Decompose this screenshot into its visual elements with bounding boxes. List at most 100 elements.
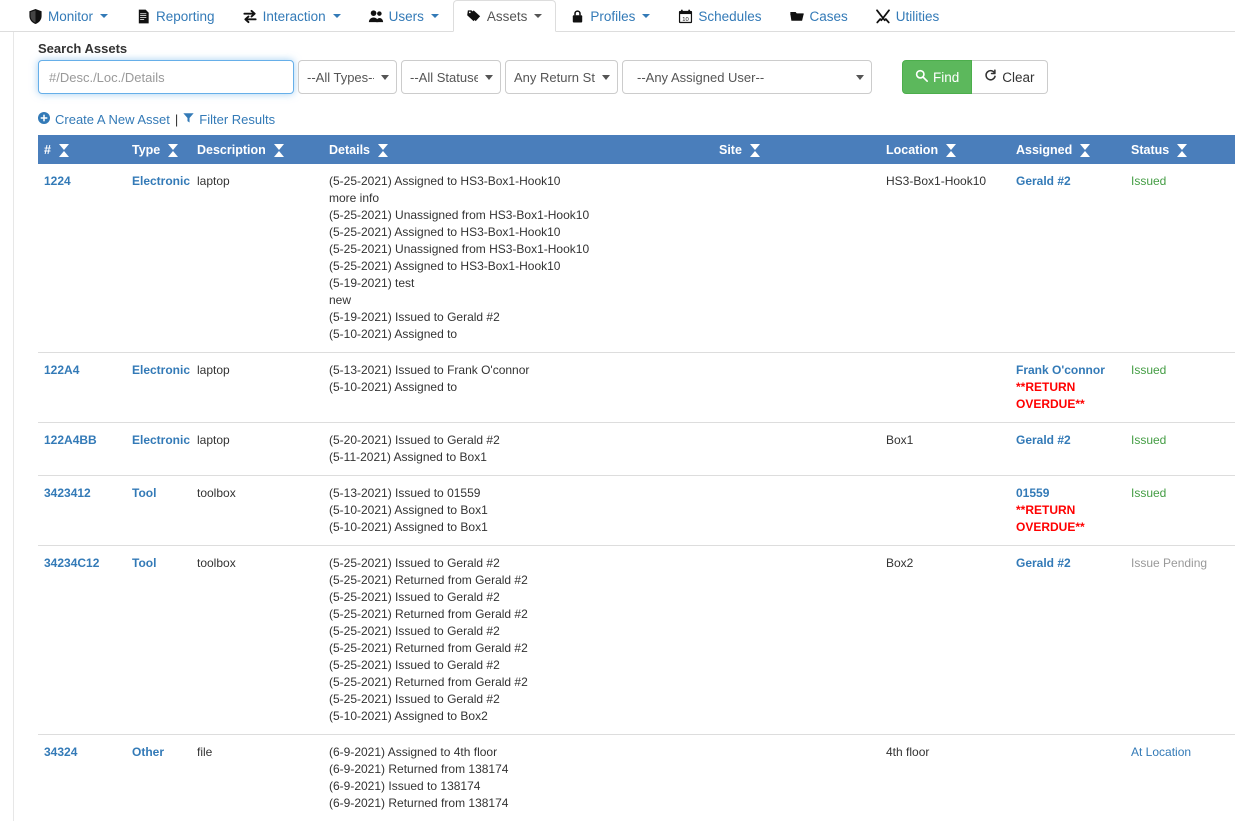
column-header-site[interactable]: Site [713,135,880,164]
nav-item-monitor[interactable]: Monitor [14,0,122,32]
detail-line: (5-10-2021) Assigned to Box1 [329,520,488,534]
svg-text:10: 10 [683,16,689,22]
assigned-user-filter-select[interactable]: --Any Assigned User-- [622,60,872,94]
nav-item-cases[interactable]: Cases [775,0,861,32]
sort-icon[interactable] [1080,143,1091,157]
asset-type-link[interactable]: Tool [132,486,156,500]
sort-icon[interactable] [273,143,284,157]
assigned-user-link[interactable]: Gerald #2 [1016,433,1071,447]
asset-assigned-cell: 01559 **RETURN OVERDUE** [1010,475,1125,546]
asset-type-link[interactable]: Electronic [132,433,190,447]
asset-type-link[interactable]: Tool [132,556,156,570]
asset-details-cell: (6-9-2021) Assigned to 4th floor (6-9-202… [323,734,713,821]
filter-results-link[interactable]: Filter Results [183,112,275,127]
folder-icon [788,8,805,24]
clear-button[interactable]: Clear [972,60,1048,94]
asset-site-cell [713,734,880,821]
sort-icon[interactable] [58,143,69,157]
asset-details-cell: (5-25-2021) Issued to Gerald #2 (5-25-202… [323,545,713,735]
sort-icon[interactable] [946,143,957,157]
sort-icon[interactable] [168,143,179,157]
plus-circle-icon [38,112,50,127]
status-badge[interactable]: At Location [1131,745,1191,759]
asset-number-link[interactable]: 1224 [44,174,71,188]
create-new-asset-link[interactable]: Create A New Asset [38,112,170,127]
find-button[interactable]: Find [902,60,973,94]
asset-type-link[interactable]: Electronic [132,174,190,188]
chevron-down-icon [856,75,864,80]
column-header-status[interactable]: Status [1125,135,1235,164]
detail-line: (5-25-2021) Assigned to HS3-Box1-Hook10 [329,174,561,188]
create-new-asset-label: Create A New Asset [55,112,170,127]
asset-number-cell: 34324 [38,734,126,821]
column-header-label: Assigned [1016,143,1073,157]
asset-status-cell: Issued [1125,422,1235,476]
table-row[interactable]: 1224 Electronic laptop (5-25-2021) Assigned… [38,164,1235,353]
refresh-icon [984,69,997,85]
sort-icon[interactable] [378,143,388,157]
type-filter-value: --All Types-- [307,69,374,85]
detail-line: (5-25-2021) Issued to Gerald #2 [329,556,500,570]
assigned-user-link[interactable]: Gerald #2 [1016,174,1071,188]
filter-icon [183,112,194,127]
nav-item-interaction[interactable]: Interaction [229,0,355,32]
asset-type-link[interactable]: Other [132,745,164,759]
column-header-label: Status [1131,143,1170,157]
assets-table-container: # Type Description Details Site Location Assig… [28,127,1235,821]
column-header-assigned[interactable]: Assigned [1010,135,1125,164]
table-row[interactable]: 122A4 Electronic laptop (5-13-2021) Issued … [38,352,1235,423]
asset-number-link[interactable]: 122A4BB [44,433,97,447]
assigned-user-filter-value: --Any Assigned User-- [637,69,765,85]
column-header-location[interactable]: Location [880,135,1010,164]
table-row[interactable]: 34324 Other file (6-9-2021) Assigned to 4th… [38,734,1235,821]
column-header-description[interactable]: Description [191,135,323,164]
table-row[interactable]: 34234C12 Tool toolbox (5-25-2021) Issued to… [38,545,1235,735]
nav-item-utilities[interactable]: Utilities [862,0,954,32]
status-badge: Issued [1131,174,1167,188]
asset-number-link[interactable]: 34324 [44,745,77,759]
sort-icon[interactable] [749,143,760,157]
main-navbar: Monitor Reporting Interaction Users Assets Pr… [0,0,1235,32]
assigned-user-link[interactable]: Gerald #2 [1016,556,1071,570]
nav-item-assets[interactable]: Assets [452,0,557,32]
asset-location-cell [880,475,1010,546]
asset-location-cell: Box2 [880,545,1010,735]
column-header-num[interactable]: # [38,135,126,164]
nav-item-users[interactable]: Users [355,0,453,32]
filter-results-label: Filter Results [199,112,276,127]
detail-line: (5-11-2021) Assigned to Box1 [329,450,487,464]
find-button-label: Find [933,69,960,85]
asset-type-cell: Tool [126,545,191,735]
lock-icon [569,8,586,24]
column-header-details[interactable]: Details [323,135,713,164]
table-header-row: # Type Description Details Site Location Assig… [38,135,1235,164]
asset-type-cell: Tool [126,475,191,546]
asset-type-link[interactable]: Electronic [132,363,190,377]
status-badge: Issue Pending [1131,556,1208,570]
search-input[interactable] [38,60,294,94]
nav-item-reporting[interactable]: Reporting [122,0,229,32]
return-status-filter-select[interactable]: Any Return Status [505,60,618,94]
nav-item-label: Utilities [895,8,940,24]
detail-line: more info [329,191,380,205]
table-row[interactable]: 122A4BB Electronic laptop (5-20-2021) Issue… [38,422,1235,476]
status-filter-select[interactable]: --All Statuses-- [401,60,501,94]
nav-item-profiles[interactable]: Profiles [556,0,664,32]
asset-number-link[interactable]: 3423412 [44,486,91,500]
type-filter-select[interactable]: --All Types-- [298,60,397,94]
sort-icon[interactable] [1177,143,1188,157]
column-header-label: Details [329,143,370,157]
table-row[interactable]: 3423412 Tool toolbox (5-13-2021) Issued to … [38,475,1235,546]
detail-line: new [329,293,352,307]
asset-type-cell: Electronic [126,164,191,353]
asset-status-cell: Issued [1125,352,1235,423]
assigned-user-link[interactable]: Frank O'connor [1016,363,1105,377]
asset-site-cell [713,164,880,353]
asset-number-link[interactable]: 122A4 [44,363,79,377]
nav-item-schedules[interactable]: 10 Schedules [664,0,775,32]
asset-number-link[interactable]: 34234C12 [44,556,99,570]
column-header-type[interactable]: Type [126,135,191,164]
assigned-user-link[interactable]: 01559 [1016,486,1049,500]
detail-line: (6-9-2021) Returned from 138174 [329,762,509,776]
nav-item-label: Cases [809,8,848,24]
